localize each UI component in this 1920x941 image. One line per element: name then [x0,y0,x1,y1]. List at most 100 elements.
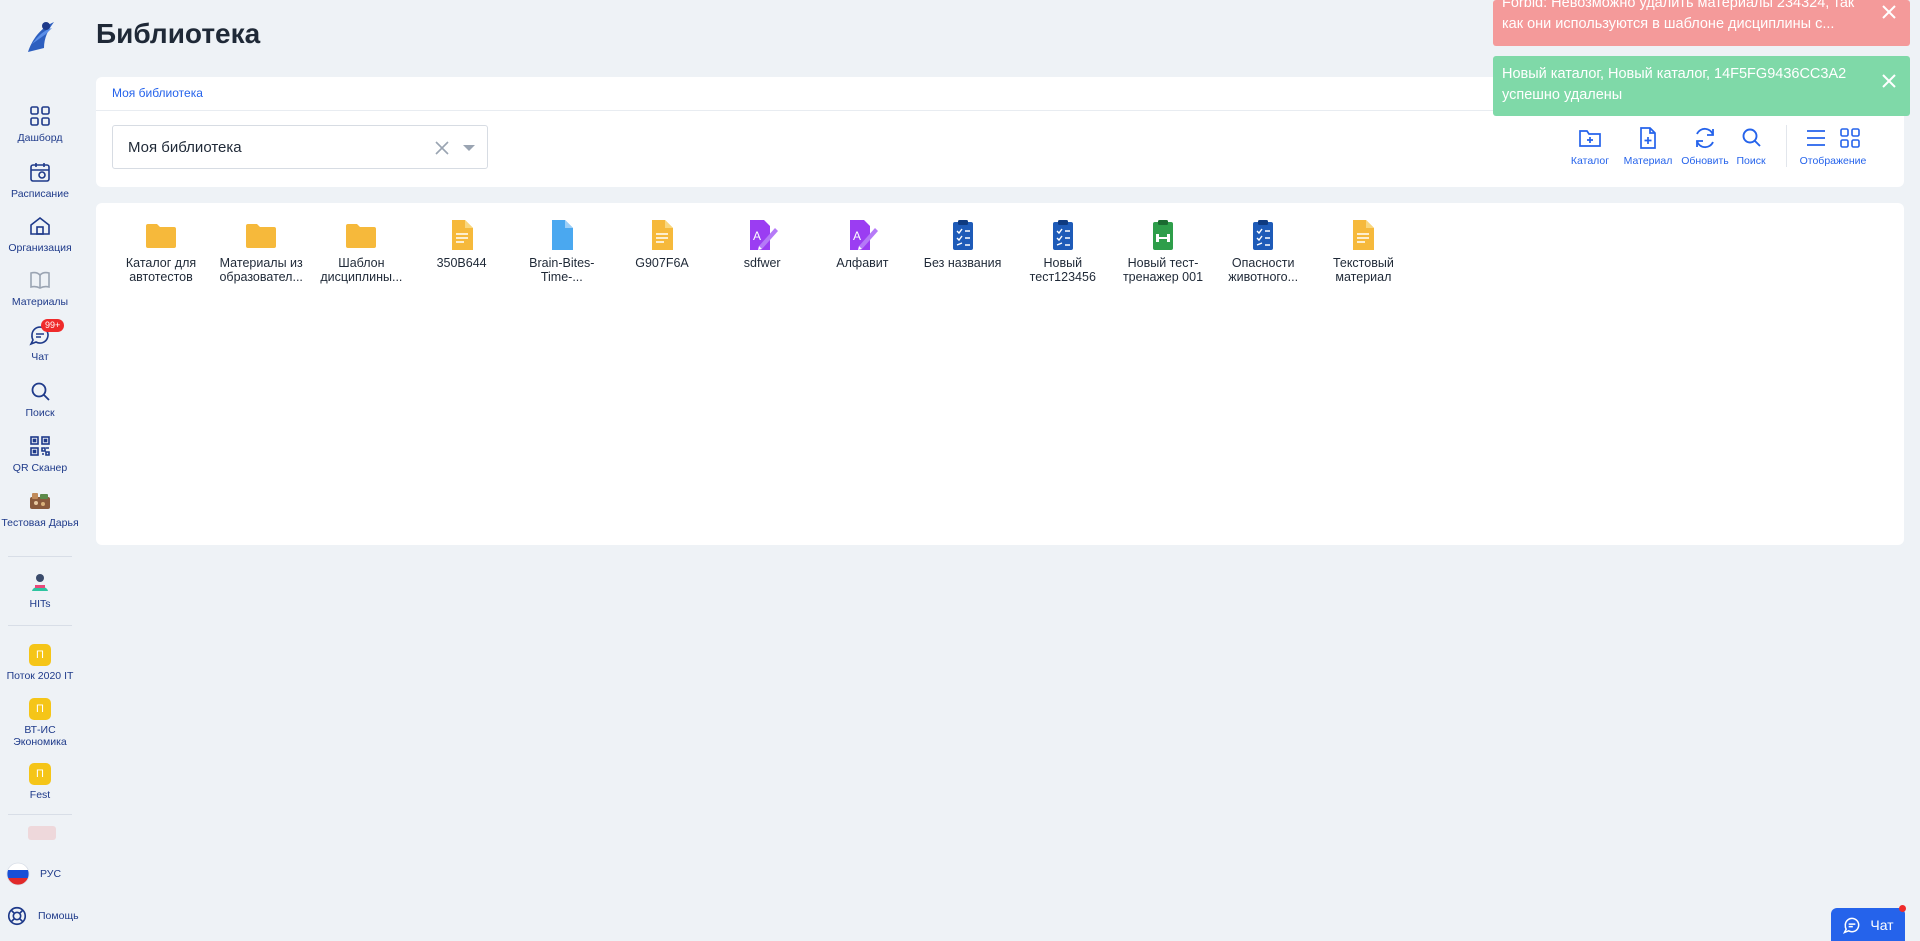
library-select-value: Моя библиотека [128,139,242,156]
refresh-label: Обновить [1681,155,1729,167]
material-item[interactable]: 350B644 [414,218,510,270]
file-plus-icon [1640,127,1656,149]
nav-group-fest[interactable]: П Fest [0,763,80,801]
item-name: Текстовый материал [1332,256,1394,284]
document-icon [1353,220,1375,250]
list-view-icon[interactable] [1803,125,1829,151]
svg-text:A: A [753,229,761,243]
org-avatar-icon [30,493,50,509]
nav-schedule[interactable]: Расписание [0,160,80,200]
nav-label: HITs [29,598,51,610]
clear-icon[interactable] [433,139,451,157]
sidebar-divider [8,556,72,557]
test-clipboard-icon [952,220,973,250]
item-name: Каталог для автотестов [125,256,197,284]
logo-icon[interactable] [22,18,58,56]
language-switcher[interactable]: РУС [6,862,61,886]
book-icon [30,271,50,289]
alphabet-icon: A [750,220,779,250]
dashboard-icon [30,106,50,126]
breadcrumb[interactable]: Моя библиотека [112,86,203,100]
help-link[interactable]: Помощь [6,905,79,927]
nav-group-potok-2020[interactable]: П Поток 2020 IT [0,644,80,682]
test-clipboard-icon [1052,220,1073,250]
success-toast-text: Новый каталог, Новый каталог, 14F5FG9436… [1502,66,1847,103]
close-icon[interactable] [1880,72,1898,90]
folder-plus-icon [1579,130,1601,147]
page-title: Библиотека [96,18,261,49]
item-name: Новый тест123456 [1029,256,1096,284]
search-icon [1742,128,1761,147]
material-item[interactable]: Без названия [915,218,1011,270]
material-item[interactable]: G907F6A [614,218,710,270]
material-item[interactable]: Новый тест-тренажер 001 [1115,218,1211,284]
add-material-button[interactable]: Материал [1620,125,1676,167]
document-icon [451,220,473,250]
item-name: Brain-Bites-Time-... [529,256,595,284]
chat-notification-dot [1899,905,1906,912]
search-label: Поиск [1736,155,1766,167]
chevron-down-icon[interactable] [463,145,475,151]
search-icon [31,382,50,401]
material-item[interactable]: Asdfwer [714,218,810,270]
hits-icon [32,574,48,591]
trainer-clipboard-icon [1153,220,1173,250]
document-icon [652,220,673,250]
view-mode-label: Отображение [1799,155,1867,167]
folder-item[interactable]: Шаблон дисциплины... [313,218,409,284]
search-button[interactable]: Поиск [1730,125,1772,167]
item-name: Новый тест-тренажер 001 [1122,256,1204,284]
group-avatar: П [29,698,51,720]
document-icon [551,220,573,250]
item-name: Алфавит [836,256,889,270]
nav-hits[interactable]: HITs [0,570,80,610]
library-select[interactable]: Моя библиотека [112,125,488,169]
material-item[interactable]: A Алфавит [814,218,910,270]
chat-widget-button[interactable]: Чат [1831,908,1905,941]
chat-widget-label: Чат [1870,916,1894,933]
help-label: Помощь [38,910,79,922]
grid-view-icon[interactable] [1837,125,1863,151]
sidebar-divider [8,814,72,815]
item-name: Материалы из образовател... [219,256,303,284]
error-toast-text: Forbid: Невозможно удалить материалы 234… [1502,0,1855,32]
material-item[interactable]: Опасности животного... [1215,218,1311,284]
nav-qr-scanner[interactable]: QR Сканер [0,434,80,474]
error-toast: Forbid: Невозможно удалить материалы 234… [1493,0,1910,46]
nav-label: Чат [31,351,49,363]
nav-label: Расписание [11,188,69,200]
add-catalog-button[interactable]: Каталог [1568,125,1612,167]
nav-materials[interactable]: Материалы [0,268,80,308]
nav-chat[interactable]: 99+ Чат [0,319,80,363]
nav-dashboard[interactable]: Дашборд [0,104,80,144]
folder-icon [246,224,277,248]
nav-organization[interactable]: Организация [0,214,80,254]
nav-label: Дашборд [17,132,63,144]
add-catalog-label: Каталог [1570,155,1610,167]
group-avatar: П [29,763,51,785]
chat-icon [1843,917,1860,934]
view-mode-toggle[interactable]: Отображение [1796,125,1870,167]
folder-item[interactable]: Материалы из образовател... [213,218,309,284]
svg-text:A: A [853,229,861,243]
material-item[interactable]: Текстовый материал [1315,218,1411,284]
folder-icon [346,224,377,248]
refresh-button[interactable]: Обновить [1678,125,1732,167]
nav-label: Поиск [25,407,55,419]
close-icon[interactable] [1880,3,1898,21]
group-label: Fest [29,789,51,801]
material-item[interactable]: Новый тест123456 [1015,218,1111,284]
library-content: Каталог для автотестов Материалы из образ… [96,203,1904,545]
material-item[interactable]: Brain-Bites-Time-... [514,218,610,284]
nav-group-vt-is[interactable]: П ВТ-ИС Экономика [0,698,80,748]
nav-search[interactable]: Поиск [0,379,80,419]
folder-item[interactable]: Каталог для автотестов [113,218,209,284]
nav-label: Организация [8,242,72,254]
alphabet-icon: A [850,220,879,250]
folder-icon [146,224,176,248]
chat-badge: 99+ [41,319,65,332]
nav-org-testovaya[interactable]: Тестовая Дарья [0,489,80,529]
calendar-icon [30,163,50,182]
faded-item-icon [28,826,56,840]
group-avatar: П [29,644,51,666]
